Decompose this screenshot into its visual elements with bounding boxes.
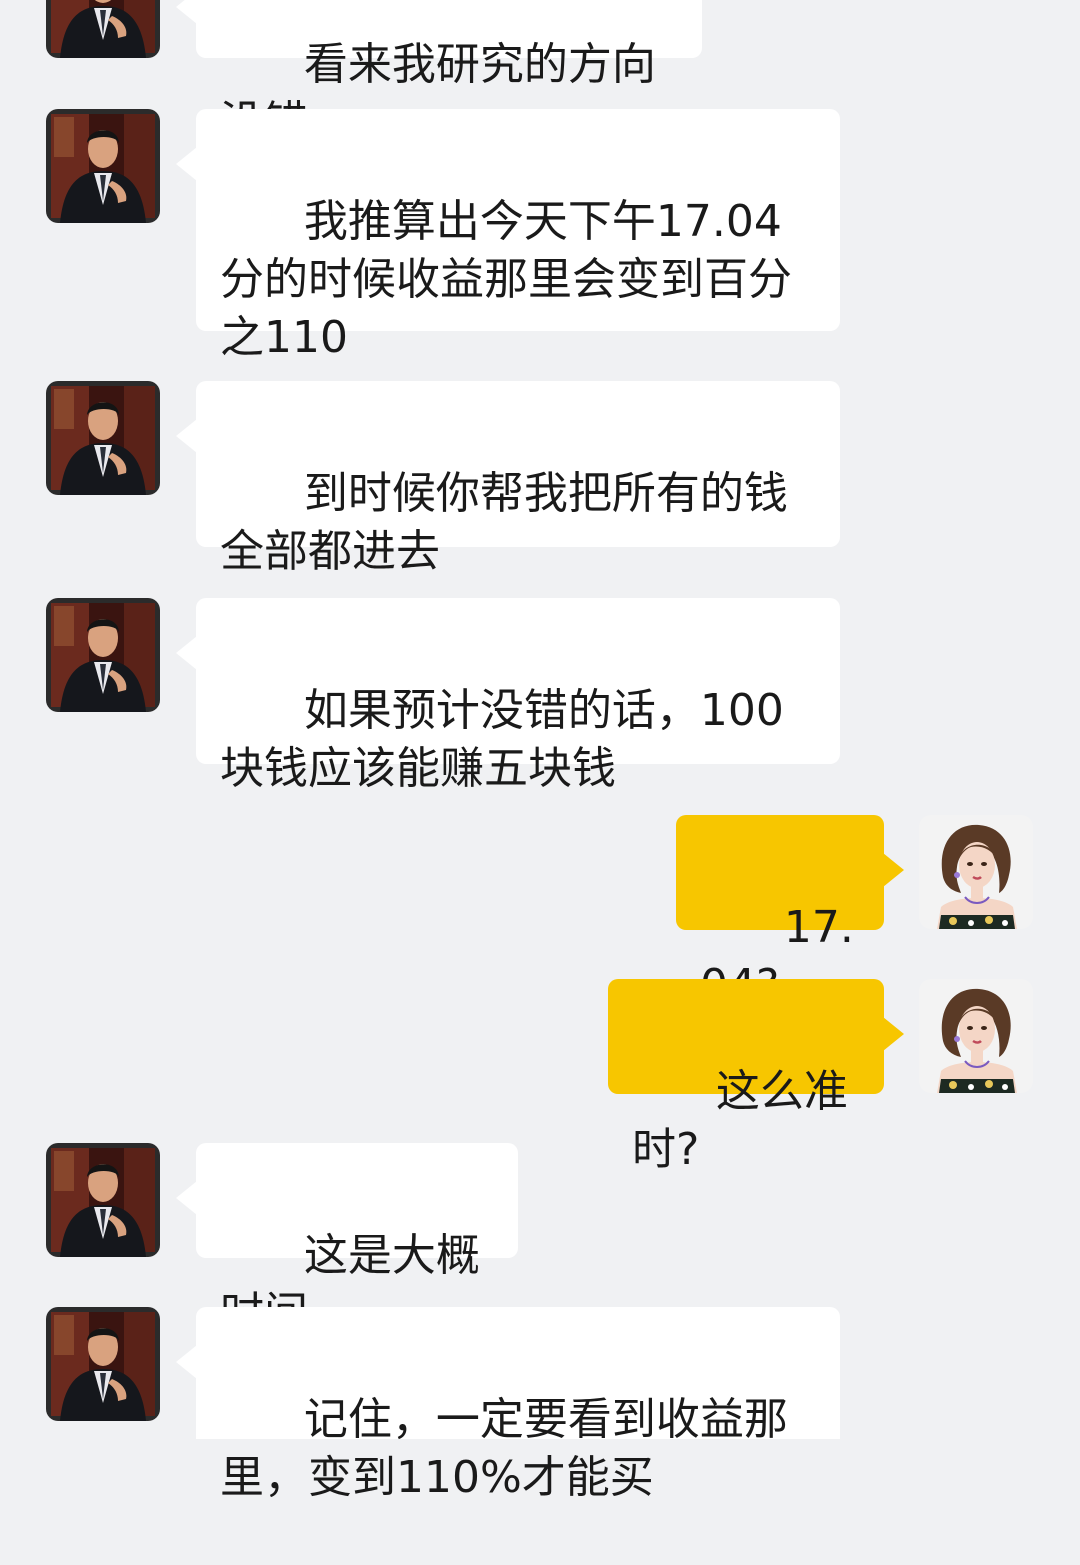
- message-bubble[interactable]: 记住，一定要看到收益那里，变到110%才能买: [176, 1307, 840, 1503]
- message-text: 到时候你帮我把所有的钱全部都进去: [220, 468, 788, 577]
- contact-avatar[interactable]: [46, 381, 160, 495]
- contact-avatar[interactable]: [46, 1307, 160, 1421]
- user-avatar[interactable]: [919, 979, 1033, 1093]
- message-text: 这么准时?: [632, 1066, 848, 1175]
- message-text: 记住，一定要看到收益那里，变到110%才能买: [220, 1394, 788, 1503]
- user-avatar[interactable]: [919, 815, 1033, 929]
- contact-avatar[interactable]: [46, 109, 160, 223]
- contact-avatar[interactable]: [46, 598, 160, 712]
- message-bubble[interactable]: 这是大概时间: [176, 1143, 518, 1339]
- contact-avatar[interactable]: [46, 1143, 160, 1257]
- message-bubble[interactable]: 我推算出今天下午17.04分的时候收益那里会变到百分之110: [176, 109, 840, 363]
- message-bubble[interactable]: 到时候你帮我把所有的钱全部都进去: [176, 381, 840, 577]
- message-bubble[interactable]: 这么准时?: [608, 979, 904, 1175]
- contact-avatar[interactable]: [46, 0, 160, 58]
- chat-history[interactable]: 看来我研究的方向没错 我推算出今天下午17.04分的时候收益那里会变到百分之11…: [0, 0, 1080, 1503]
- message-text: 我推算出今天下午17.04分的时候收益那里会变到百分之110: [220, 196, 792, 363]
- message-bubble[interactable]: 17.04?: [676, 815, 904, 1011]
- message-bubble[interactable]: 如果预计没错的话，100块钱应该能赚五块钱: [176, 598, 840, 794]
- message-bubble[interactable]: 看来我研究的方向没错: [176, 0, 702, 148]
- message-text: 如果预计没错的话，100块钱应该能赚五块钱: [220, 685, 784, 794]
